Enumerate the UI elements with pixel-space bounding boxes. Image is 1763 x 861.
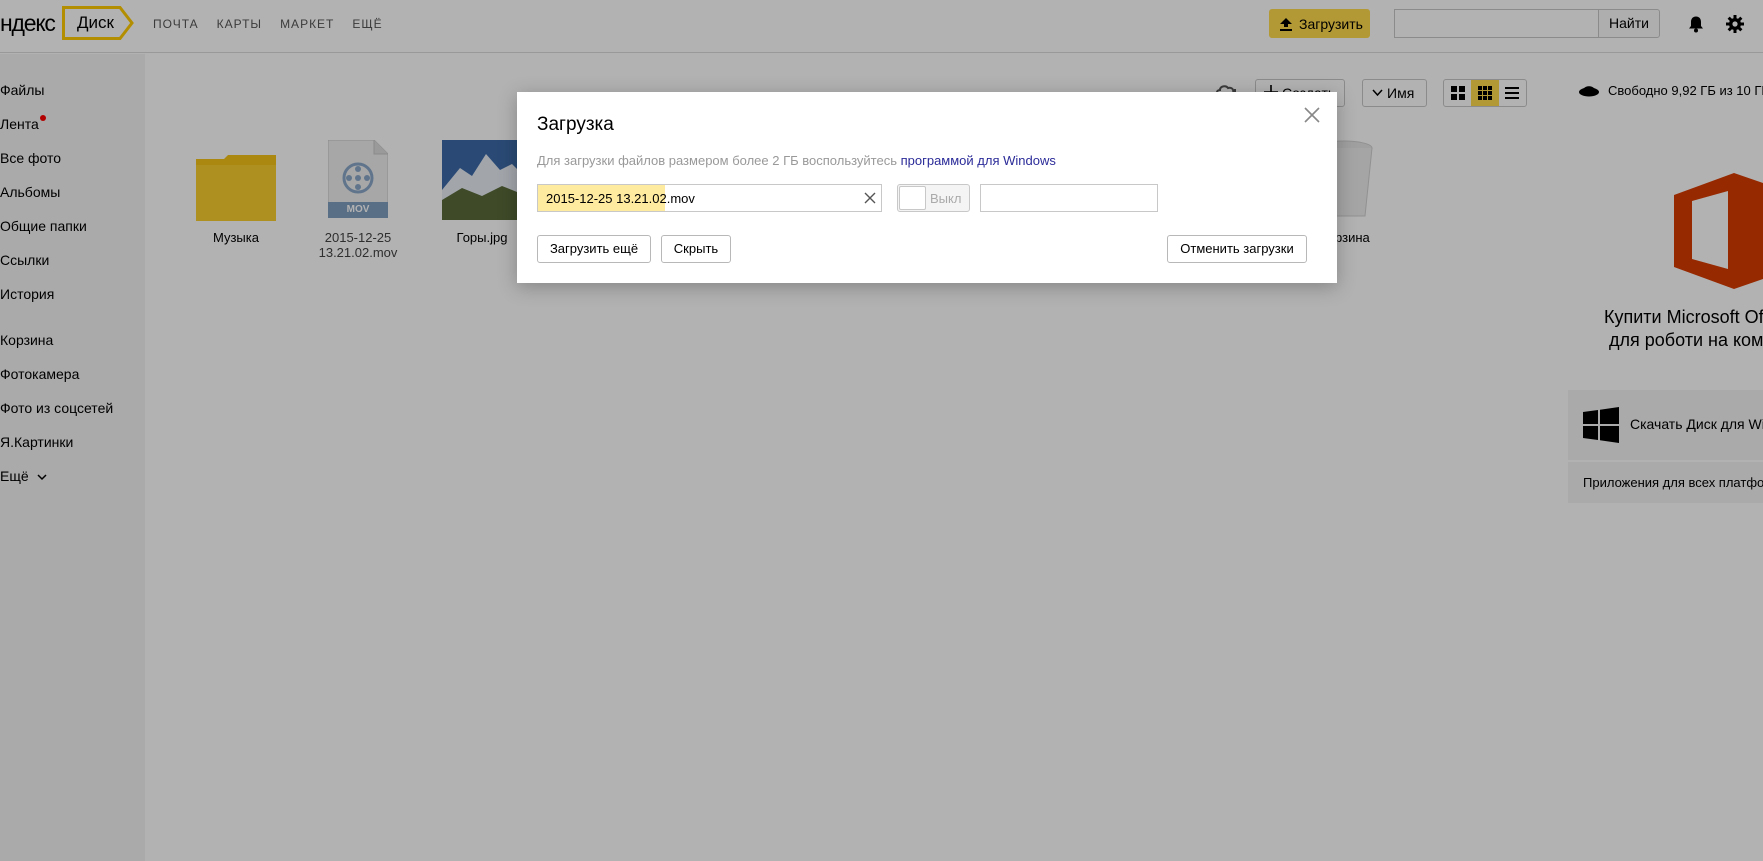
public-link-toggle[interactable]: Выкл xyxy=(897,184,970,212)
upload-dialog: Загрузка Для загрузки файлов размером бо… xyxy=(517,92,1337,283)
hide-button[interactable]: Скрыть xyxy=(661,235,731,263)
windows-app-link[interactable]: программой для Windows xyxy=(901,153,1056,168)
cancel-uploads-button[interactable]: Отменить загрузки xyxy=(1167,235,1307,263)
upload-file-name: 2015-12-25 13.21.02.mov xyxy=(546,191,695,206)
toggle-label: Выкл xyxy=(930,191,962,206)
close-icon[interactable] xyxy=(1303,106,1321,124)
toggle-knob xyxy=(899,186,926,210)
public-link-field[interactable] xyxy=(980,184,1158,212)
large-file-note: Для загрузки файлов размером более 2 ГБ … xyxy=(537,153,1056,168)
cancel-file-icon[interactable] xyxy=(864,192,876,204)
upload-more-button[interactable]: Загрузить ещё xyxy=(537,235,651,263)
dialog-title: Загрузка xyxy=(537,114,614,135)
note-text: Для загрузки файлов размером более 2 ГБ … xyxy=(537,153,901,168)
upload-file-row: 2015-12-25 13.21.02.mov xyxy=(537,184,882,212)
